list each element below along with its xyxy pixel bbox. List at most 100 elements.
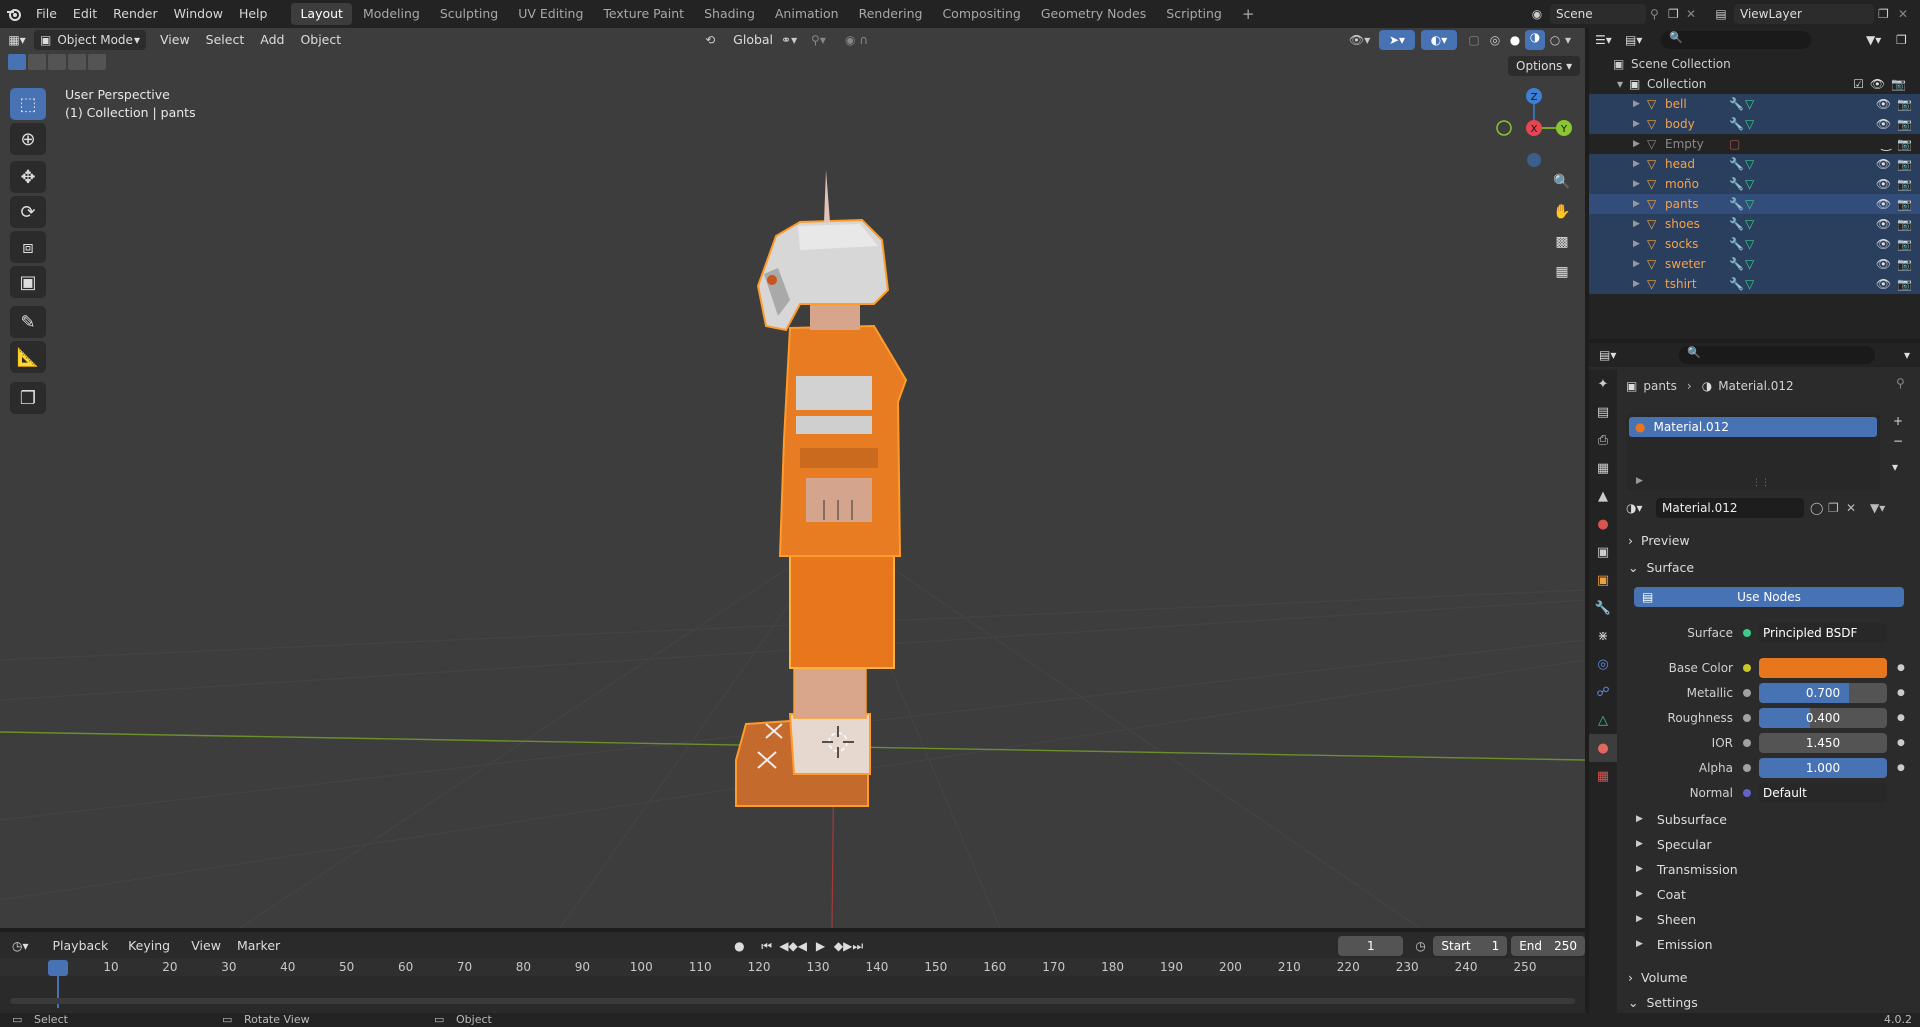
playhead[interactable]: [48, 960, 68, 976]
camera-icon[interactable]: 📷: [1897, 197, 1912, 211]
constraints-tab-icon[interactable]: ☍: [1589, 678, 1617, 706]
3d-viewport[interactable]: [0, 28, 1585, 928]
annotate-icon[interactable]: ✎: [10, 306, 46, 338]
camera-icon[interactable]: 📷: [1897, 97, 1912, 111]
transform-icon[interactable]: ▣: [10, 266, 46, 298]
outliner-item[interactable]: ▶ ▽ body 🔧 ▽ 👁 📷: [1589, 114, 1920, 134]
alpha-slider[interactable]: 1.000: [1759, 758, 1887, 778]
keyframe-dot-icon[interactable]: ●: [1897, 713, 1905, 723]
cursor-icon[interactable]: ⊕: [10, 123, 46, 155]
play-reverse-icon[interactable]: ◀: [798, 939, 816, 953]
pin-scene-icon[interactable]: ⚲: [1650, 7, 1668, 21]
mode-selector[interactable]: ▣ Object Mode ▾: [34, 30, 146, 50]
snap-icon[interactable]: ⚲▾: [811, 33, 845, 47]
expand-arrow-icon[interactable]: ▶: [1633, 119, 1647, 129]
tab-geometry-nodes[interactable]: Geometry Nodes: [1032, 3, 1155, 25]
subpanel-coat[interactable]: ▶ Coat: [1636, 883, 1686, 905]
keyframe-dot-icon[interactable]: ●: [1897, 663, 1905, 673]
add-cube-icon[interactable]: ❐: [10, 382, 46, 414]
collection-toggles[interactable]: ☑👁📷: [1853, 77, 1912, 91]
record-icon[interactable]: ●: [734, 939, 761, 953]
select-invert-icon[interactable]: [68, 54, 86, 70]
menu-window[interactable]: Window: [166, 0, 231, 28]
scene-tab-icon[interactable]: ▲: [1589, 482, 1617, 510]
add-workspace-button[interactable]: +: [1233, 3, 1264, 25]
menu-marker[interactable]: Marker: [229, 935, 288, 957]
collapse-arrow-icon[interactable]: ▾: [1617, 77, 1629, 91]
expand-arrow-icon[interactable]: ▶: [1633, 99, 1647, 109]
subpanel-transmission[interactable]: ▶ Transmission: [1636, 858, 1738, 880]
display-mode-icon[interactable]: ▤▾: [1625, 33, 1655, 47]
subpanel-subsurface[interactable]: ▶ Subsurface: [1636, 808, 1727, 830]
outliner-item[interactable]: ▶ ▽ head 🔧 ▽ 👁 📷: [1589, 154, 1920, 174]
next-keyframe-icon[interactable]: ◆▶: [834, 939, 852, 953]
material-link-icon[interactable]: ▼▾: [1870, 501, 1885, 515]
preview-panel[interactable]: › Preview: [1628, 529, 1690, 551]
new-scene-icon[interactable]: ❐: [1668, 7, 1686, 21]
fake-user-icon[interactable]: ◯: [1810, 501, 1828, 515]
menu-keying[interactable]: Keying ▾: [120, 935, 183, 975]
select-box-icon[interactable]: ⬚: [10, 88, 46, 120]
rotate-icon[interactable]: ⟳: [10, 196, 46, 228]
pivot-icon[interactable]: ⚭▾: [781, 33, 811, 47]
world-tab-icon[interactable]: ●: [1589, 510, 1617, 538]
eye-icon[interactable]: 👁: [1876, 117, 1891, 131]
camera-icon[interactable]: 📷: [1897, 117, 1912, 131]
subpanel-emission[interactable]: ▶ Emission: [1636, 933, 1713, 955]
navigation-gizmo[interactable]: Z Y X: [1490, 84, 1580, 174]
tab-scripting[interactable]: Scripting: [1157, 3, 1231, 25]
expand-arrow-icon[interactable]: ▶: [1633, 179, 1647, 189]
texture-tab-icon[interactable]: ▦: [1589, 762, 1617, 790]
menu-timeline-view[interactable]: View: [183, 935, 229, 957]
tab-uv-editing[interactable]: UV Editing: [509, 3, 592, 25]
duplicate-material-icon[interactable]: ❐: [1828, 501, 1846, 515]
add-slot-button[interactable]: +: [1893, 414, 1903, 428]
delete-view-layer-icon[interactable]: ✕: [1898, 7, 1920, 21]
eye-icon[interactable]: 👁: [1876, 157, 1891, 171]
camera-icon[interactable]: 📷: [1897, 137, 1912, 151]
eye-icon[interactable]: 👁: [1876, 217, 1891, 231]
editor-type-icon[interactable]: ▦▾: [0, 33, 34, 47]
outliner-item[interactable]: ▶ ▽ bell 🔧 ▽ 👁 📷: [1589, 94, 1920, 114]
render-tab-icon[interactable]: ▤: [1589, 398, 1617, 426]
solid-shading-icon[interactable]: ●: [1505, 33, 1525, 47]
eye-icon[interactable]: 👁: [1876, 97, 1891, 111]
ior-field[interactable]: 1.450: [1759, 733, 1887, 753]
unlink-material-icon[interactable]: ✕: [1846, 501, 1870, 515]
menu-help[interactable]: Help: [231, 0, 276, 28]
eye-icon[interactable]: 👁: [1876, 257, 1891, 271]
xray-toggle-icon[interactable]: ▢: [1463, 33, 1485, 47]
outliner-search-input[interactable]: 🔍: [1661, 31, 1811, 49]
tab-modeling[interactable]: Modeling: [354, 3, 429, 25]
outliner-item[interactable]: ▶ ▽ socks 🔧 ▽ 👁 📷: [1589, 234, 1920, 254]
camera-view-icon[interactable]: ▩: [1548, 228, 1576, 256]
properties-editor-icon[interactable]: ▤▾: [1599, 348, 1639, 362]
physics-tab-icon[interactable]: ◎: [1589, 650, 1617, 678]
menu-view[interactable]: View: [152, 29, 198, 51]
rendered-shading-icon[interactable]: ○: [1545, 33, 1565, 47]
zoom-icon[interactable]: 🔍: [1548, 168, 1576, 196]
particles-tab-icon[interactable]: ⋇: [1589, 622, 1617, 650]
volume-panel[interactable]: › Volume: [1628, 966, 1688, 988]
outliner-item[interactable]: ▶ ▽ pants 🔧 ▽ 👁 📷: [1589, 194, 1920, 214]
view-layer-selector[interactable]: ViewLayer: [1734, 4, 1874, 24]
resize-handle-icon[interactable]: ⋮⋮: [1752, 478, 1770, 488]
eye-icon[interactable]: 👁: [1876, 197, 1891, 211]
timeline-editor-icon[interactable]: ◷▾: [12, 939, 45, 953]
proportional-edit-icon[interactable]: ◉ ∩: [845, 33, 885, 47]
tab-rendering[interactable]: Rendering: [850, 3, 932, 25]
visibility-icon[interactable]: 👁▾: [1349, 33, 1379, 47]
outliner-editor-icon[interactable]: ☰▾: [1595, 33, 1625, 47]
tab-sculpting[interactable]: Sculpting: [431, 3, 507, 25]
subpanel-sheen[interactable]: ▶ Sheen: [1636, 908, 1696, 930]
camera-icon[interactable]: 📷: [1897, 157, 1912, 171]
viewport-scene[interactable]: [0, 28, 1585, 928]
roughness-slider[interactable]: 0.400: [1759, 708, 1887, 728]
menu-edit[interactable]: Edit: [65, 0, 105, 28]
collection-tab-icon[interactable]: ▣: [1589, 538, 1617, 566]
menu-playback[interactable]: Playback ▾: [45, 935, 121, 975]
keyframe-dot-icon[interactable]: ●: [1897, 763, 1905, 773]
material-browse-icon[interactable]: ◑▾: [1626, 501, 1656, 515]
filter-icon[interactable]: ▼▾: [1866, 33, 1896, 47]
expand-arrow-icon[interactable]: ▶: [1633, 259, 1647, 269]
